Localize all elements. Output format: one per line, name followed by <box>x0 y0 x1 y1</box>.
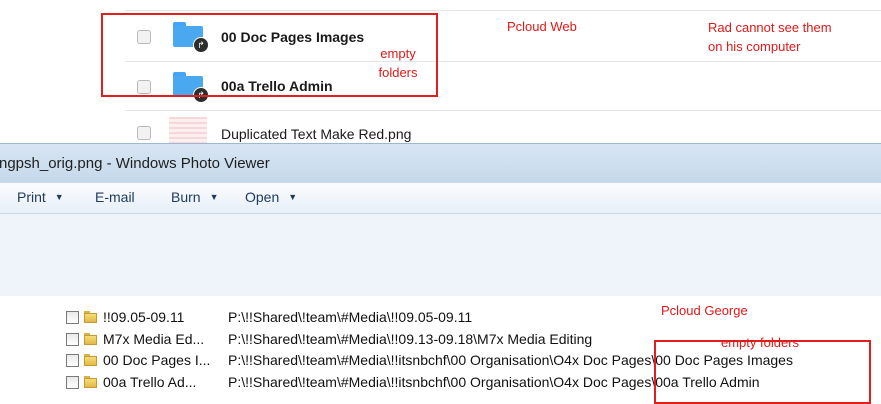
annotation-empty-folders: empty folders <box>721 335 800 350</box>
row-checkbox[interactable] <box>66 333 79 346</box>
menu-bar: Print ▼ E-mail Burn ▼ Open ▼ <box>0 183 881 214</box>
annotation-pcloud-web: Pcloud Web <box>507 19 577 34</box>
menu-open[interactable]: Open ▼ <box>245 189 297 205</box>
chevron-down-icon: ▼ <box>288 192 298 202</box>
folder-icon <box>84 376 97 388</box>
chevron-down-icon: ▼ <box>209 192 219 202</box>
image-viewport <box>0 214 881 296</box>
window-title-bar[interactable]: ngpsh_orig.png - Windows Photo Viewer <box>0 143 881 184</box>
image-thumbnail <box>169 117 207 145</box>
photo-viewer-window: ngpsh_orig.png - Windows Photo Viewer Pr… <box>0 143 881 296</box>
row-checkbox[interactable] <box>66 354 79 367</box>
row-checkbox[interactable] <box>66 376 79 389</box>
tree-row[interactable]: !!09.05-09.11 P:\!!Shared\!team\#Media\!… <box>0 307 881 329</box>
folder-path: P:\!!Shared\!team\#Media\!!09.13-09.18\M… <box>228 331 593 347</box>
menu-burn[interactable]: Burn ▼ <box>171 189 219 205</box>
annotation-pcloud-george: Pcloud George <box>661 303 748 318</box>
folder-name: 00a Trello Ad... <box>103 374 197 390</box>
menu-print[interactable]: Print ▼ <box>17 189 64 205</box>
row-checkbox[interactable] <box>66 311 79 324</box>
folder-path: P:\!!Shared\!team\#Media\!!09.05-09.11 <box>228 309 473 325</box>
file-row-partial <box>125 0 881 11</box>
tree-row-partial <box>0 289 881 297</box>
file-name[interactable]: Duplicated Text Make Red.png <box>221 126 411 142</box>
pcloud-web-file-list: ↱ 00 Doc Pages Images ↱ 00a Trello Admin… <box>0 0 881 150</box>
folder-icon <box>84 333 97 345</box>
window-title: ngpsh_orig.png - Windows Photo Viewer <box>0 155 270 172</box>
annotation-empty-folders: empty folders <box>378 46 418 80</box>
folder-name: 00 Doc Pages I... <box>103 352 211 368</box>
chevron-down-icon: ▼ <box>54 192 64 202</box>
folder-name: !!09.05-09.11 <box>103 309 185 325</box>
folder-icon <box>84 354 97 366</box>
folder-name: M7x Media Ed... <box>103 331 205 347</box>
pcloud-george-tree: !!09.05-09.11 P:\!!Shared\!team\#Media\!… <box>0 296 881 404</box>
menu-email[interactable]: E-mail <box>95 189 135 205</box>
folder-icon <box>84 311 97 323</box>
row-checkbox[interactable] <box>137 126 151 140</box>
annotation-rad-note: Rad cannot see them on his computer <box>708 20 832 54</box>
